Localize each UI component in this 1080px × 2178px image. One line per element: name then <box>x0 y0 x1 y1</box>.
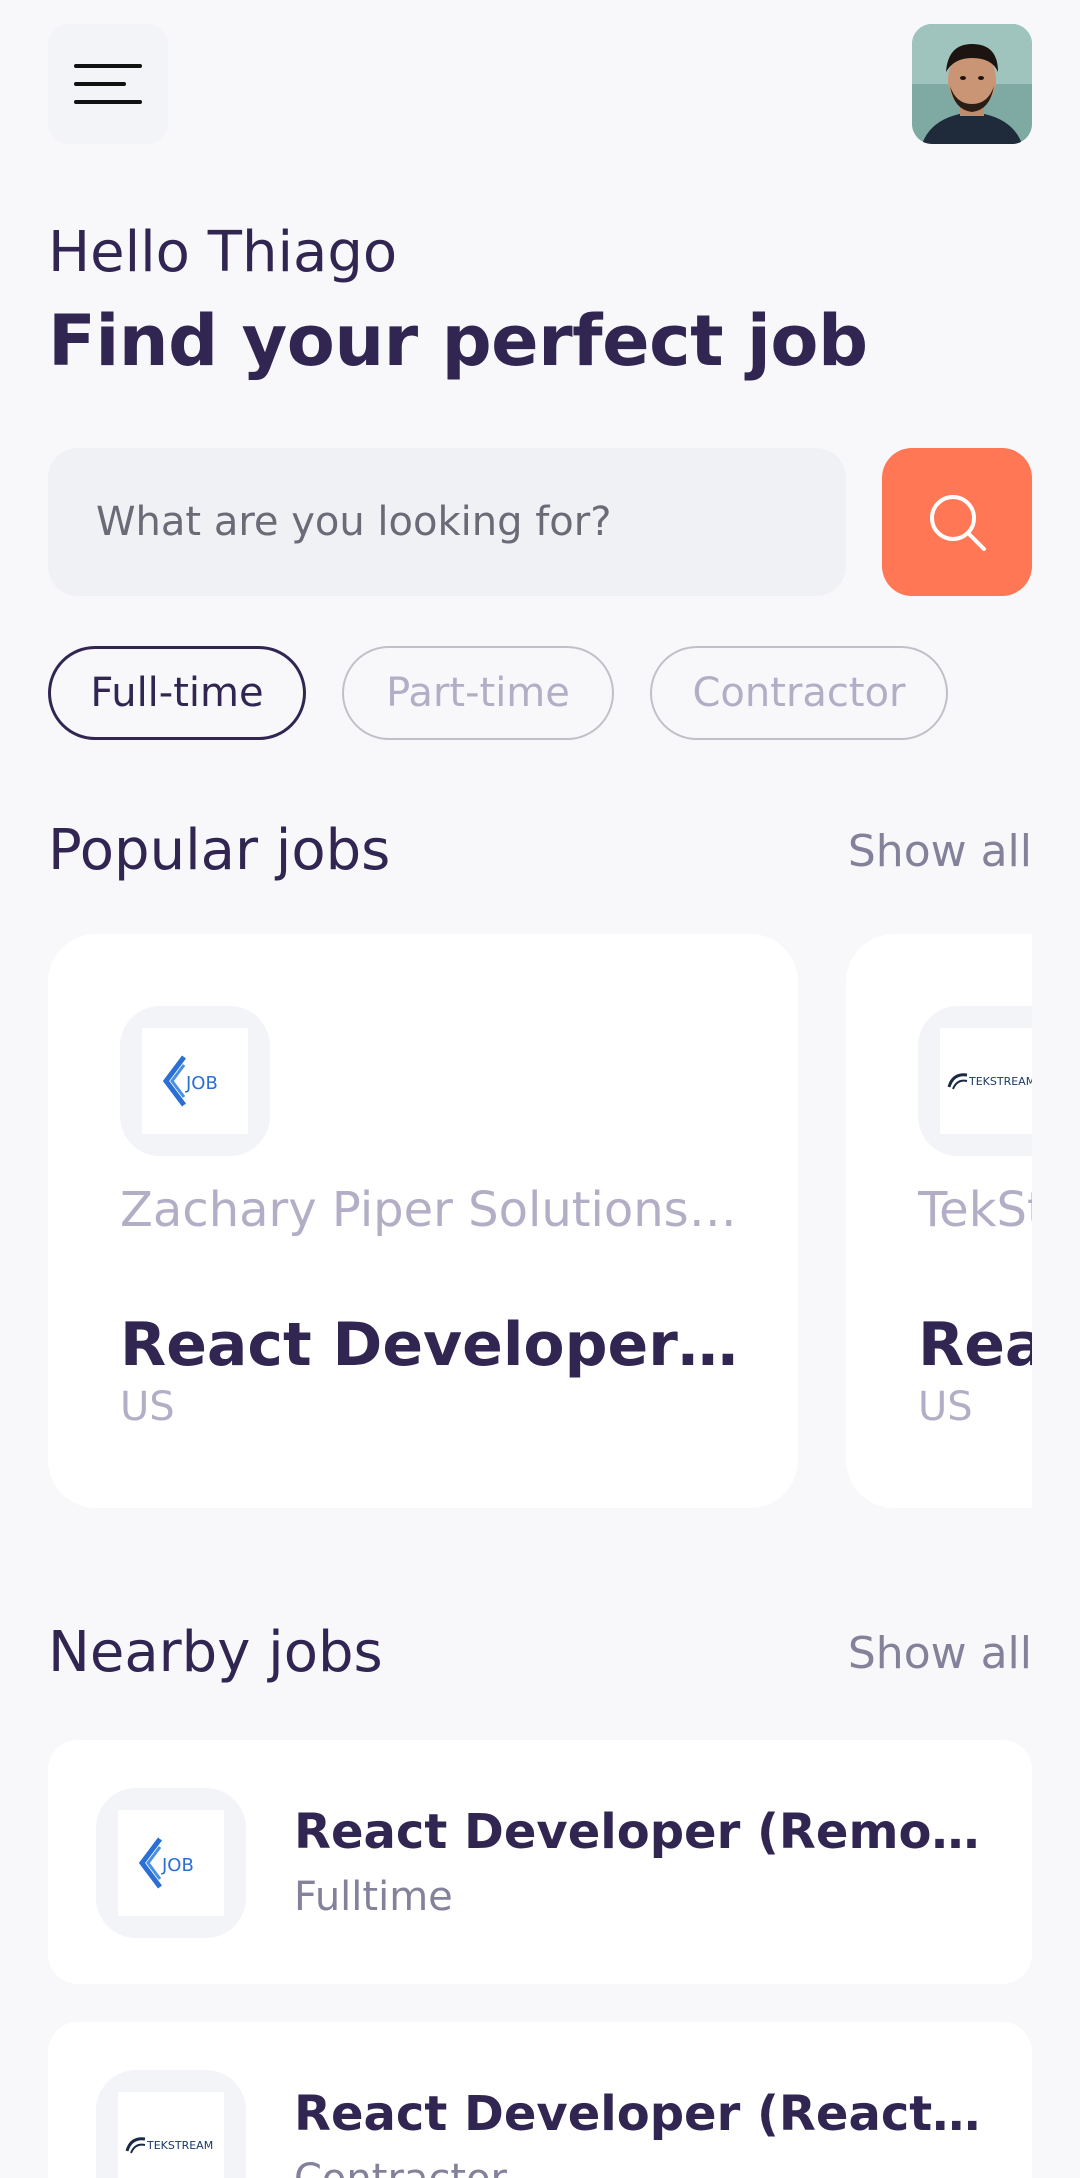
company-name: Zachary Piper Solutions, L... <box>120 1182 740 1238</box>
search-button[interactable] <box>882 448 1032 596</box>
search-field[interactable] <box>48 448 846 596</box>
menu-icon <box>74 64 142 104</box>
search-icon <box>930 495 986 551</box>
job-country: US <box>918 1384 973 1430</box>
job-type: Fulltime <box>294 1874 453 1920</box>
company-logo: JOB <box>120 1006 270 1156</box>
nearby-show-all-link[interactable]: Show all <box>848 1628 1032 1679</box>
job-country: US <box>120 1384 175 1430</box>
job-logo-icon: JOB <box>162 1055 218 1107</box>
job-type: Contractor <box>294 2156 507 2178</box>
tekstream-logo-icon: TEKSTREAM <box>125 2137 213 2154</box>
svg-text:JOB: JOB <box>185 1073 218 1094</box>
avatar-image <box>912 24 1032 144</box>
avatar[interactable] <box>912 24 1032 144</box>
popular-jobs-heading: Popular jobs <box>48 818 391 883</box>
company-logo: TEKSTREAM <box>96 2070 246 2178</box>
menu-button[interactable] <box>48 24 168 144</box>
search-input[interactable] <box>96 499 796 545</box>
svg-text:JOB: JOB <box>161 1855 194 1876</box>
popular-job-card[interactable]: JOB Zachary Piper Solutions, L... React … <box>48 934 798 1508</box>
chip-part-time[interactable]: Part-time <box>342 646 614 740</box>
greeting-text: Hello Thiago <box>48 220 398 285</box>
nearby-jobs-heading: Nearby jobs <box>48 1620 383 1685</box>
chip-contractor[interactable]: Contractor <box>650 646 948 740</box>
nearby-job-card[interactable]: JOB React Developer (Remote) Fulltime <box>48 1740 1032 1984</box>
popular-jobs-carousel[interactable]: JOB Zachary Piper Solutions, L... React … <box>48 934 1032 1508</box>
job-title: Reac <box>918 1310 1032 1380</box>
svg-text:TEKSTREAM: TEKSTREAM <box>968 1075 1032 1088</box>
chip-full-time[interactable]: Full-time <box>48 646 306 740</box>
job-title: React Developer (Remote) <box>294 1804 984 1860</box>
home-screen: Hello Thiago Find your perfect job Full-… <box>0 0 1080 2178</box>
company-name: TekSt <box>918 1182 1032 1238</box>
popular-show-all-link[interactable]: Show all <box>848 826 1032 877</box>
svg-text:TEKSTREAM: TEKSTREAM <box>146 2139 213 2152</box>
job-logo-icon: JOB <box>138 1837 194 1889</box>
tekstream-logo-icon: TEKSTREAM <box>947 1073 1032 1090</box>
popular-job-card[interactable]: TEKSTREAM TekSt Reac US <box>846 934 1032 1508</box>
nearby-job-card[interactable]: TEKSTREAM React Developer (Reactjs... Co… <box>48 2022 1032 2178</box>
job-title: React Developer (Re... <box>120 1310 750 1380</box>
company-logo: TEKSTREAM <box>918 1006 1032 1156</box>
job-title: React Developer (Reactjs... <box>294 2086 984 2142</box>
company-logo: JOB <box>96 1788 246 1938</box>
page-title: Find your perfect job <box>48 300 868 382</box>
